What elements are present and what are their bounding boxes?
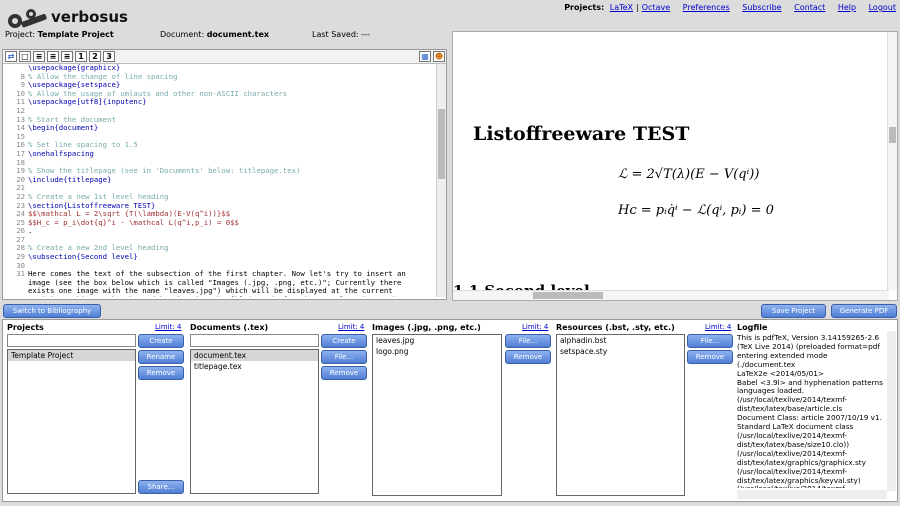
link-help[interactable]: Help (838, 3, 856, 12)
list-icon[interactable]: ≡ (33, 51, 45, 62)
list-item[interactable]: alphadin.bst (557, 335, 684, 346)
preview-equation-1: ℒ = 2√T(λ)(E − V(qⁱ)) (618, 167, 760, 182)
logfile-title: Logfile (737, 323, 768, 332)
project-name: Template Project (37, 30, 114, 39)
editor-toolbar: ⇄ □ ≡ ≡ ≡ 1 2 3 ▦ ☻ (3, 50, 446, 64)
file-image-button[interactable]: File... (505, 334, 551, 348)
code-text: \begin{document} (28, 123, 99, 133)
link-subscribe[interactable]: Subscribe (742, 3, 781, 12)
list-item[interactable]: titlepage.tex (191, 361, 318, 372)
line-number: 31 (16, 269, 25, 279)
preview-hscroll-thumb[interactable] (533, 292, 603, 299)
images-title: Images (.jpg, .png, etc.) (372, 323, 481, 332)
link-contact[interactable]: Contact (794, 3, 825, 12)
editor-scroll-thumb[interactable] (438, 109, 445, 179)
code-text: \usepackage[utf8]{inputenc} (28, 97, 147, 107)
code-line[interactable]: 26. (3, 226, 435, 236)
images-list: leaves.jpg logo.png (372, 334, 502, 496)
code-text: position. This can be changed by changin… (28, 295, 401, 297)
code-text: \subsection{Second level} (28, 252, 138, 262)
generate-pdf-button[interactable]: Generate PDF (831, 304, 897, 318)
code-line[interactable]: 25 $$H_c = p_i\dot{q}^i - \mathcal L(q^i,… (3, 217, 435, 228)
pdf-preview: Listoffreeware TEST ℒ = 2√T(λ)(E − V(qⁱ)… (452, 31, 898, 301)
logfile-horizontal-scrollbar[interactable] (737, 490, 887, 499)
indent-icon[interactable]: ≡ (61, 51, 73, 62)
projects-label: Projects: (564, 3, 605, 12)
top-nav: Projects: LaTeX | Octave Preferences Subsc… (564, 3, 896, 12)
preview-equation-2: Hᴄ = pᵢq̇ⁱ − ℒ(qⁱ, pᵢ) = 0 (618, 203, 774, 218)
list-item[interactable]: setspace.sty (557, 346, 684, 357)
last-saved-value: --- (361, 30, 370, 39)
editor-scrollbar[interactable] (436, 64, 446, 297)
document-name-input[interactable] (190, 334, 319, 347)
code-line[interactable]: 29 \subsection{Second level} (3, 252, 435, 262)
code-line[interactable]: position. This can be changed by changin… (3, 295, 435, 297)
heading-1-button[interactable]: 1 (75, 51, 87, 62)
preview-scroll-thumb[interactable] (889, 127, 896, 143)
remove-document-button[interactable]: Remove (321, 366, 367, 380)
projects-title: Projects (7, 323, 44, 332)
remove-project-button[interactable]: Remove (138, 366, 184, 380)
resources-title: Resources (.bst, .sty, etc.) (556, 323, 675, 332)
code-text: $$H_c = p_i\dot{q}^i - \mathcal L(q^i,p_… (28, 217, 239, 227)
images-limit[interactable]: Limit: 4 (522, 323, 548, 331)
split-view-icon[interactable]: ▦ (419, 51, 431, 62)
project-name-input[interactable] (7, 334, 136, 347)
last-saved-info: Last Saved: --- (312, 30, 370, 39)
log-line: (/usr/local/texlive/2014/texmf- (737, 485, 885, 488)
numbered-list-icon[interactable]: ≡ (47, 51, 59, 62)
code-editor[interactable]: ⇄ □ ≡ ≡ ≡ 1 2 3 ▦ ☻ \usepackage{graphicx… (2, 49, 447, 300)
create-project-button[interactable]: Create (138, 334, 184, 348)
logo-icon (8, 9, 47, 28)
list-item[interactable]: leaves.jpg (373, 335, 501, 346)
link-latex[interactable]: LaTeX (610, 3, 633, 12)
app-title: verbosus (51, 8, 128, 26)
remove-resource-button[interactable]: Remove (687, 350, 733, 364)
code-text: . (28, 226, 33, 236)
list-item[interactable]: Template Project (8, 350, 135, 361)
rename-project-button[interactable]: Rename (138, 350, 184, 364)
link-preferences[interactable]: Preferences (683, 3, 730, 12)
preview-vertical-scrollbar[interactable] (887, 32, 897, 290)
switch-bibliography-button[interactable]: Switch to Bibliography (3, 304, 101, 318)
code-area[interactable]: \usepackage{graphicx} 8% Allow the change… (3, 64, 435, 297)
frame-icon[interactable]: □ (19, 51, 31, 62)
logfile-content: This is pdfTeX, Version 3.14159265-2.6 (T… (737, 334, 885, 488)
remove-image-button[interactable]: Remove (505, 350, 551, 364)
person-icon[interactable]: ☻ (433, 51, 445, 62)
document-name: document.tex (206, 30, 270, 39)
resources-limit[interactable]: Limit: 4 (705, 323, 731, 331)
list-item[interactable]: logo.png (373, 346, 501, 357)
share-button[interactable]: Share... (138, 480, 184, 494)
code-text: \onehalfspacing (28, 148, 94, 158)
code-line[interactable]: 17 \onehalfspacing (3, 148, 435, 159)
resources-list: alphadin.bst setspace.sty (556, 334, 685, 496)
code-text: \include{titlepage} (28, 174, 112, 184)
save-project-button[interactable]: Save Project (761, 304, 826, 318)
projects-limit[interactable]: Limit: 4 (155, 323, 181, 331)
code-line[interactable]: 11 \usepackage[utf8]{inputenc} (3, 98, 435, 107)
wrap-icon[interactable]: ⇄ (5, 51, 17, 62)
list-item[interactable]: document.tex (191, 350, 318, 361)
create-document-button[interactable]: Create (321, 334, 367, 348)
link-logout[interactable]: Logout (869, 3, 896, 12)
project-info: Project: Template Project (5, 30, 114, 39)
resources-panel: Projects Limit: 4 Template Project Creat… (2, 319, 898, 502)
documents-title: Documents (.tex) (190, 323, 269, 332)
code-line[interactable]: 14 \begin{document} (3, 123, 435, 133)
heading-3-button[interactable]: 3 (103, 51, 115, 62)
heading-2-button[interactable]: 2 (89, 51, 101, 62)
logfile-vertical-scrollbar[interactable] (887, 331, 896, 491)
file-resource-button[interactable]: File... (687, 334, 733, 348)
preview-title: Listoffreeware TEST (473, 123, 690, 145)
projects-list: Template Project (7, 349, 136, 494)
link-octave[interactable]: Octave (642, 3, 670, 12)
documents-limit[interactable]: Limit: 4 (338, 323, 364, 331)
code-line[interactable]: 20 \include{titlepage} (3, 174, 435, 185)
document-info: Document: document.tex (160, 30, 270, 39)
file-document-button[interactable]: File... (321, 350, 367, 364)
preview-horizontal-scrollbar[interactable] (453, 290, 889, 300)
documents-list: document.tex titlepage.tex (190, 349, 319, 494)
